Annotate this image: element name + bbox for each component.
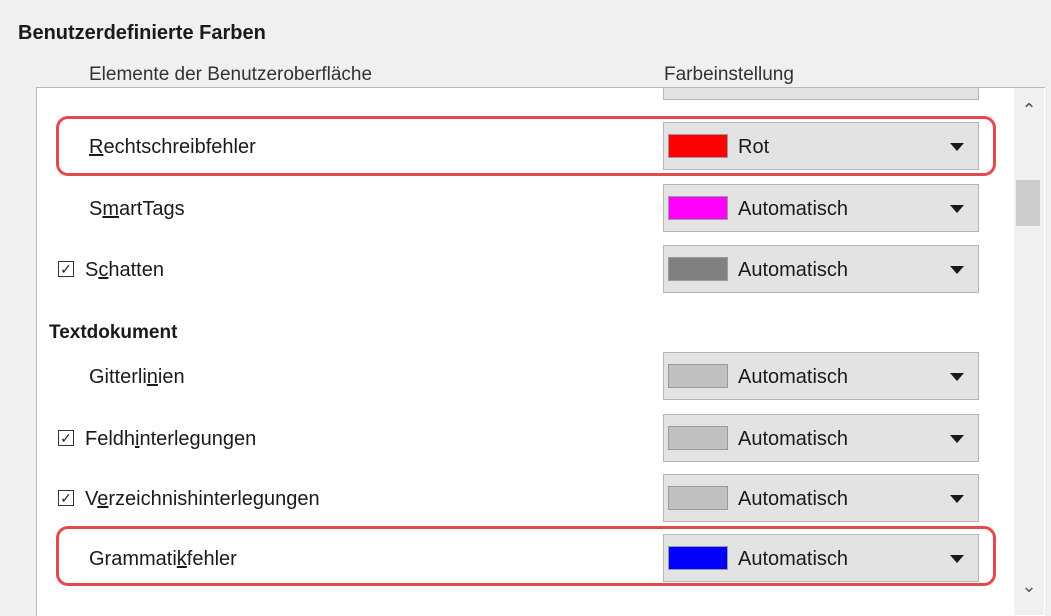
color-swatch [668,257,728,281]
color-value: Automatisch [738,548,849,570]
color-value: Automatisch [738,488,849,510]
color-swatch [668,364,728,388]
checkbox[interactable]: ✓ [58,261,74,277]
color-row-gitterlinien: Gitterlinien Automatisch [37,348,1017,408]
color-row-grammatikfehler: Grammatikfehler Automatisch [37,530,1017,590]
partial-color-dropdown[interactable] [663,87,979,100]
element-label: SmartTags [89,198,185,220]
color-value: Automatisch [738,198,849,220]
color-value: Automatisch [738,259,849,281]
checkbox[interactable]: ✓ [58,430,74,446]
color-row-schatten: ✓ Schatten Automatisch [37,241,1017,301]
chevron-down-icon[interactable] [950,205,964,213]
color-dropdown[interactable]: Automatisch [663,534,979,582]
color-row-smarttags: SmartTags Automatisch [37,180,1017,240]
color-dropdown[interactable]: Rot [663,122,979,170]
group-title: Textdokument [49,322,178,343]
color-swatch [668,134,728,158]
chevron-down-icon[interactable] [950,266,964,274]
section-title: Benutzerdefinierte Farben [18,22,266,44]
color-row-verzeichnishinterlegungen: ✓ Verzeichnishinterlegungen Automatisch [37,470,1017,530]
element-label: Grammatikfehler [89,548,237,570]
scroll-down-icon[interactable]: ⌄ [1014,574,1044,598]
scroll-up-icon[interactable]: ⌃ [1014,98,1044,122]
column-header-color-setting: Farbeinstellung [664,64,794,85]
color-dropdown[interactable]: Automatisch [663,414,979,462]
checkbox[interactable]: ✓ [58,490,74,506]
color-list-panel: Rechtschreibfehler Rot SmartTags Automatisc… [36,87,1045,616]
chevron-down-icon[interactable] [950,435,964,443]
color-row-feldhinterlegungen: ✓ Feldhinterlegungen Automatisch [37,410,1017,470]
color-swatch [668,87,728,88]
color-swatch [668,486,728,510]
color-value: Automatisch [738,428,849,450]
vertical-scrollbar[interactable]: ⌃ ⌄ [1014,88,1044,615]
chevron-down-icon[interactable] [950,495,964,503]
element-label: Rechtschreibfehler [89,136,256,158]
color-row-rechtschreibfehler: Rechtschreibfehler Rot [37,118,1017,178]
color-dropdown[interactable]: Automatisch [663,352,979,400]
chevron-down-icon[interactable] [950,143,964,151]
color-dropdown[interactable]: Automatisch [663,184,979,232]
color-dropdown[interactable]: Automatisch [663,245,979,293]
color-swatch [668,546,728,570]
element-label: Gitterlinien [89,366,185,388]
partial-row [37,87,1017,108]
element-label: Feldhinterlegungen [85,428,257,450]
element-label: Verzeichnishinterlegungen [85,488,320,510]
color-value: Rot [738,136,770,158]
color-value: Automatisch [738,366,849,388]
scrollbar-thumb[interactable] [1016,180,1040,226]
color-swatch [668,196,728,220]
color-dropdown[interactable]: Automatisch [663,474,979,522]
column-header-elements: Elemente der Benutzeroberfläche [89,64,373,85]
chevron-down-icon[interactable] [950,555,964,563]
color-swatch [668,426,728,450]
chevron-down-icon[interactable] [950,373,964,381]
element-label: Schatten [85,259,164,281]
